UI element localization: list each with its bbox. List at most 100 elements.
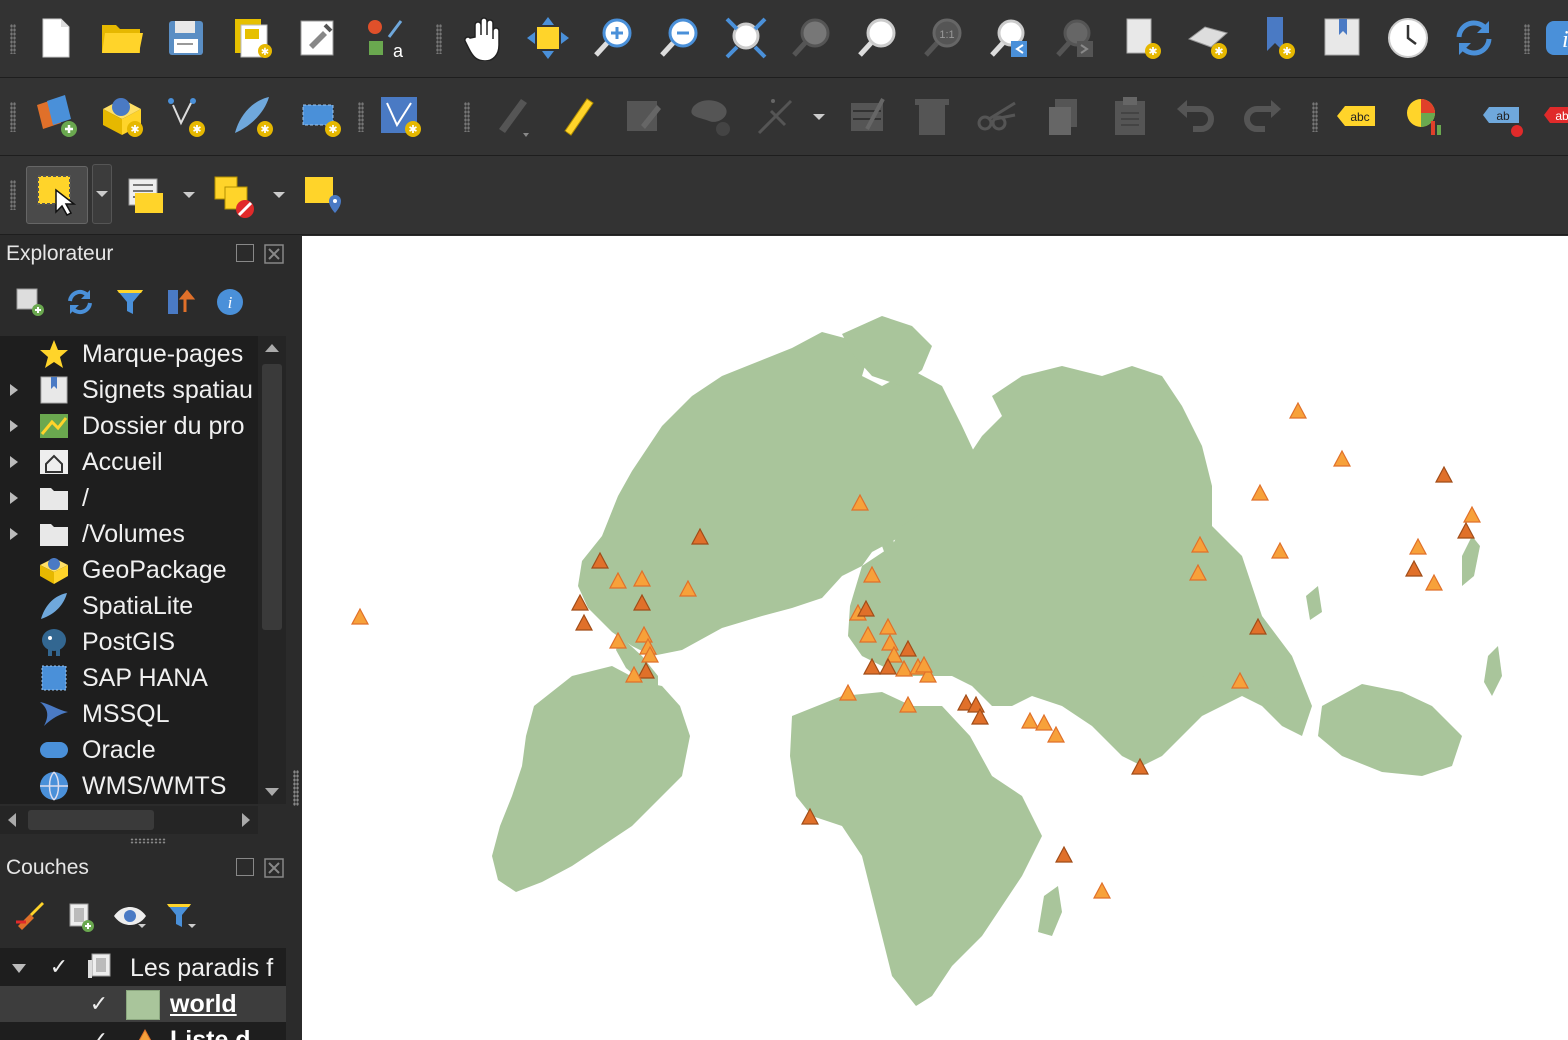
toolbar-grip[interactable] [10,102,16,132]
panel-splitter[interactable] [130,838,166,844]
filter-browser-button[interactable] [114,286,146,323]
layer-visibility-checkbox[interactable]: ✓ [48,956,70,978]
tax-haven-marker[interactable] [1271,541,1289,559]
properties-button[interactable]: i [214,286,246,323]
tax-haven-marker[interactable] [1405,559,1423,577]
layer-group-row[interactable]: ✓ Les paradis f [0,948,286,986]
tax-haven-marker[interactable] [1093,881,1111,899]
cut-features-button[interactable] [972,90,1024,142]
tax-haven-marker[interactable] [1035,713,1053,731]
collapse-arrow-icon[interactable] [10,962,28,976]
temporal-controller-button[interactable] [1382,12,1434,64]
collapse-all-button[interactable] [164,286,196,323]
new-temporary-layer-button[interactable]: ✱ [374,90,426,142]
toggle-editing-button[interactable] [552,90,604,142]
toolbar-grip[interactable] [10,180,16,210]
tax-haven-marker[interactable] [1289,401,1307,419]
new-shapefile-layer-button[interactable]: ✱ [160,90,212,142]
select-by-value-dropdown[interactable] [182,188,196,202]
new-geopackage-layer-button[interactable]: ✱ [96,90,148,142]
zoom-last-button[interactable] [984,12,1036,64]
tree-item-project-folder[interactable]: Dossier du pro [0,408,258,444]
select-features-button[interactable] [26,166,88,224]
close-panel-button[interactable] [264,858,284,878]
new-print-layout-button[interactable]: ✱ [226,12,278,64]
expand-arrow-icon[interactable] [10,420,18,432]
tax-haven-marker[interactable] [351,607,369,625]
tax-haven-marker[interactable] [575,613,593,631]
toolbar-grip[interactable] [10,24,16,54]
tax-haven-marker[interactable] [1457,521,1475,539]
browser-vertical-scrollbar[interactable] [258,336,286,804]
tax-haven-marker[interactable] [1463,505,1481,523]
zoom-out-button[interactable] [654,12,706,64]
zoom-full-button[interactable] [720,12,772,64]
layer-row-world[interactable]: ✓ world [0,986,286,1022]
select-by-value-button[interactable] [118,170,170,222]
zoom-next-button[interactable] [1050,12,1102,64]
tree-item-home[interactable]: Accueil [0,444,258,480]
new-project-button[interactable] [30,12,82,64]
vertex-tool-button[interactable] [750,90,802,142]
delete-selected-button[interactable] [906,90,958,142]
zoom-in-button[interactable] [588,12,640,64]
pan-to-selection-button[interactable] [522,12,574,64]
zoom-to-selection-button[interactable] [786,12,838,64]
new-3d-view-button[interactable]: ✱ [1182,12,1234,64]
layout-manager-button[interactable] [292,12,344,64]
deselect-dropdown[interactable] [272,188,286,202]
new-virtual-layer-button[interactable]: ✱ [294,90,346,142]
tax-haven-marker[interactable] [1021,711,1039,729]
diagram-button[interactable] [1398,90,1450,142]
expand-arrow-icon[interactable] [10,492,18,504]
dock-splitter[interactable] [293,770,299,806]
expand-arrow-icon[interactable] [10,456,18,468]
new-map-view-button[interactable]: ✱ [1116,12,1168,64]
tree-item-postgis[interactable]: PostGIS [0,624,258,660]
identify-button[interactable]: i [1542,12,1568,64]
scroll-left-icon[interactable] [0,806,24,834]
tree-item-bookmarks[interactable]: Marque-pages [0,336,258,372]
close-panel-button[interactable] [264,244,284,264]
tax-haven-marker[interactable] [1409,537,1427,555]
zoom-to-layer-button[interactable] [852,12,904,64]
new-bookmark-button[interactable]: ✱ [1252,12,1304,64]
tax-haven-marker[interactable] [1251,483,1269,501]
select-by-location-button[interactable] [298,170,350,222]
tree-item-volumes[interactable]: /Volumes [0,516,258,552]
style-layer-button[interactable] [14,900,46,937]
add-selected-layers-button[interactable] [14,286,46,323]
tax-haven-marker[interactable] [1333,449,1351,467]
tree-item-root[interactable]: / [0,480,258,516]
vertex-tool-dropdown[interactable] [812,110,826,124]
modify-attributes-button[interactable] [842,90,894,142]
scroll-down-icon[interactable] [258,780,286,804]
tax-haven-marker[interactable] [1435,465,1453,483]
filter-legend-button[interactable] [164,900,200,937]
redo-button[interactable] [1236,90,1288,142]
tree-item-geopackage[interactable]: GeoPackage [0,552,258,588]
expand-arrow-icon[interactable] [10,528,18,540]
tax-haven-marker[interactable] [1425,573,1443,591]
world-map[interactable] [302,236,1568,1040]
refresh-button[interactable] [1448,12,1500,64]
toolbar-grip[interactable] [1524,24,1530,54]
pan-map-button[interactable] [458,12,510,64]
save-edits-button[interactable] [618,90,670,142]
tree-item-spatial-bookmarks[interactable]: Signets spatiau [0,372,258,408]
zoom-native-button[interactable]: 1:1 [918,12,970,64]
data-source-manager-button[interactable] [30,90,82,142]
toolbar-grip[interactable] [358,102,364,132]
float-panel-button[interactable] [236,244,254,262]
deselect-button[interactable] [208,170,260,222]
pin-label-button[interactable]: ab [1476,90,1528,142]
scroll-up-icon[interactable] [258,336,286,360]
show-hide-labels-button[interactable]: ab [1540,90,1568,142]
save-project-button[interactable] [160,12,212,64]
style-manager-button[interactable]: a [358,12,410,64]
copy-features-button[interactable] [1038,90,1090,142]
tree-item-mssql[interactable]: MSSQL [0,696,258,732]
refresh-browser-button[interactable] [64,286,96,323]
add-group-button[interactable] [64,900,96,937]
browser-horizontal-scrollbar[interactable] [0,806,258,834]
